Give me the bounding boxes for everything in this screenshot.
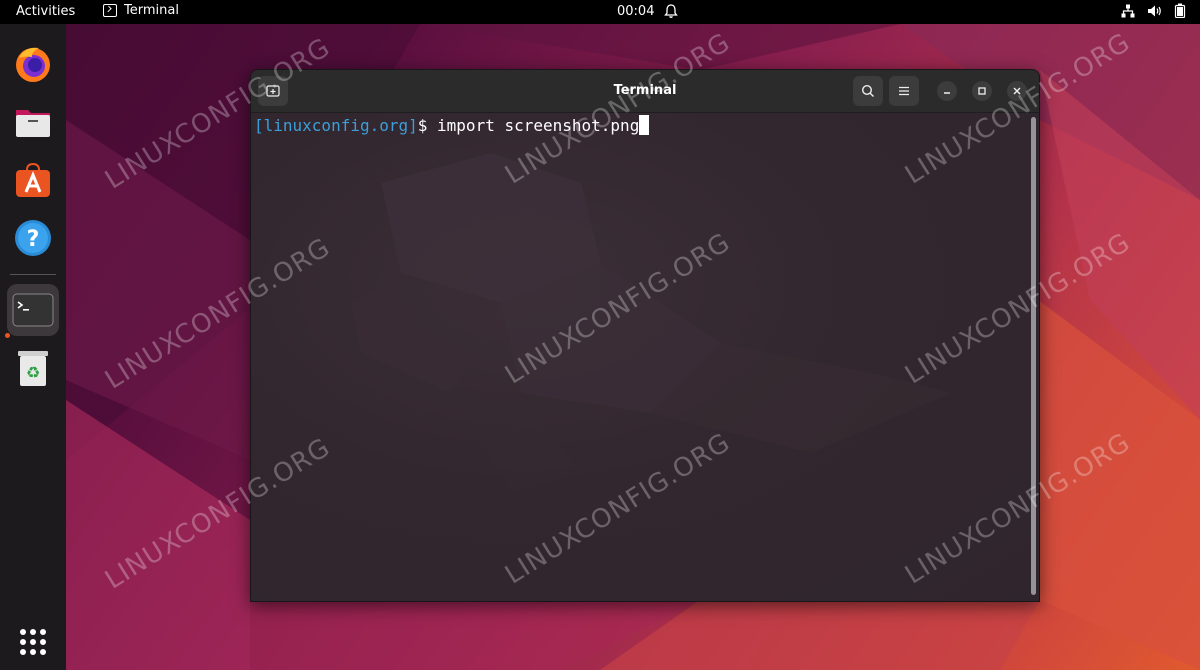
- show-apps-icon: [20, 629, 46, 655]
- search-icon: [861, 84, 874, 97]
- dock-terminal[interactable]: [7, 284, 59, 336]
- battery-icon[interactable]: [1174, 3, 1186, 22]
- svg-text:♻: ♻: [26, 363, 40, 382]
- dock-help[interactable]: ?: [7, 212, 59, 264]
- terminal-window[interactable]: Terminal [linuxconfig.org]$ import scree…: [250, 69, 1040, 602]
- top-bar: Activities Terminal 00:04: [0, 0, 1200, 24]
- running-indicator: [5, 333, 10, 338]
- system-tray[interactable]: [1121, 3, 1186, 22]
- trash-icon: ♻: [18, 351, 48, 386]
- menu-button[interactable]: [889, 76, 919, 106]
- network-icon[interactable]: [1121, 4, 1135, 22]
- scrollbar[interactable]: [1031, 117, 1036, 595]
- show-apps-button[interactable]: [7, 616, 59, 668]
- text-cursor: [639, 115, 650, 135]
- app-center-icon: [16, 162, 50, 197]
- minimize-icon: [944, 92, 950, 94]
- prompt-host: [linuxconfig.org]: [254, 116, 418, 135]
- help-icon: ?: [15, 220, 51, 256]
- dock-files[interactable]: [7, 96, 59, 148]
- files-icon: [16, 110, 50, 137]
- volume-icon[interactable]: [1147, 4, 1162, 22]
- activities-button[interactable]: Activities: [16, 4, 75, 19]
- bell-icon[interactable]: [664, 4, 678, 23]
- hamburger-icon: [899, 86, 909, 96]
- dock: ? ♻: [0, 24, 66, 670]
- maximize-icon: [978, 87, 986, 95]
- svg-text:?: ?: [27, 227, 40, 252]
- clock[interactable]: 00:04: [617, 4, 654, 19]
- app-menu[interactable]: Terminal: [103, 3, 179, 18]
- minimize-button[interactable]: [937, 81, 957, 101]
- prompt-symbol: $: [417, 116, 438, 135]
- terminal-small-icon: [103, 4, 117, 17]
- dock-app-center[interactable]: [7, 154, 59, 206]
- dock-trash[interactable]: ♻: [7, 342, 59, 394]
- app-menu-label: Terminal: [124, 3, 179, 18]
- search-button[interactable]: [853, 76, 883, 106]
- maximize-button[interactable]: [972, 81, 992, 101]
- firefox-icon: [16, 47, 50, 82]
- dock-firefox[interactable]: [7, 38, 59, 90]
- dock-separator: [10, 274, 56, 275]
- terminal-icon: [12, 293, 54, 327]
